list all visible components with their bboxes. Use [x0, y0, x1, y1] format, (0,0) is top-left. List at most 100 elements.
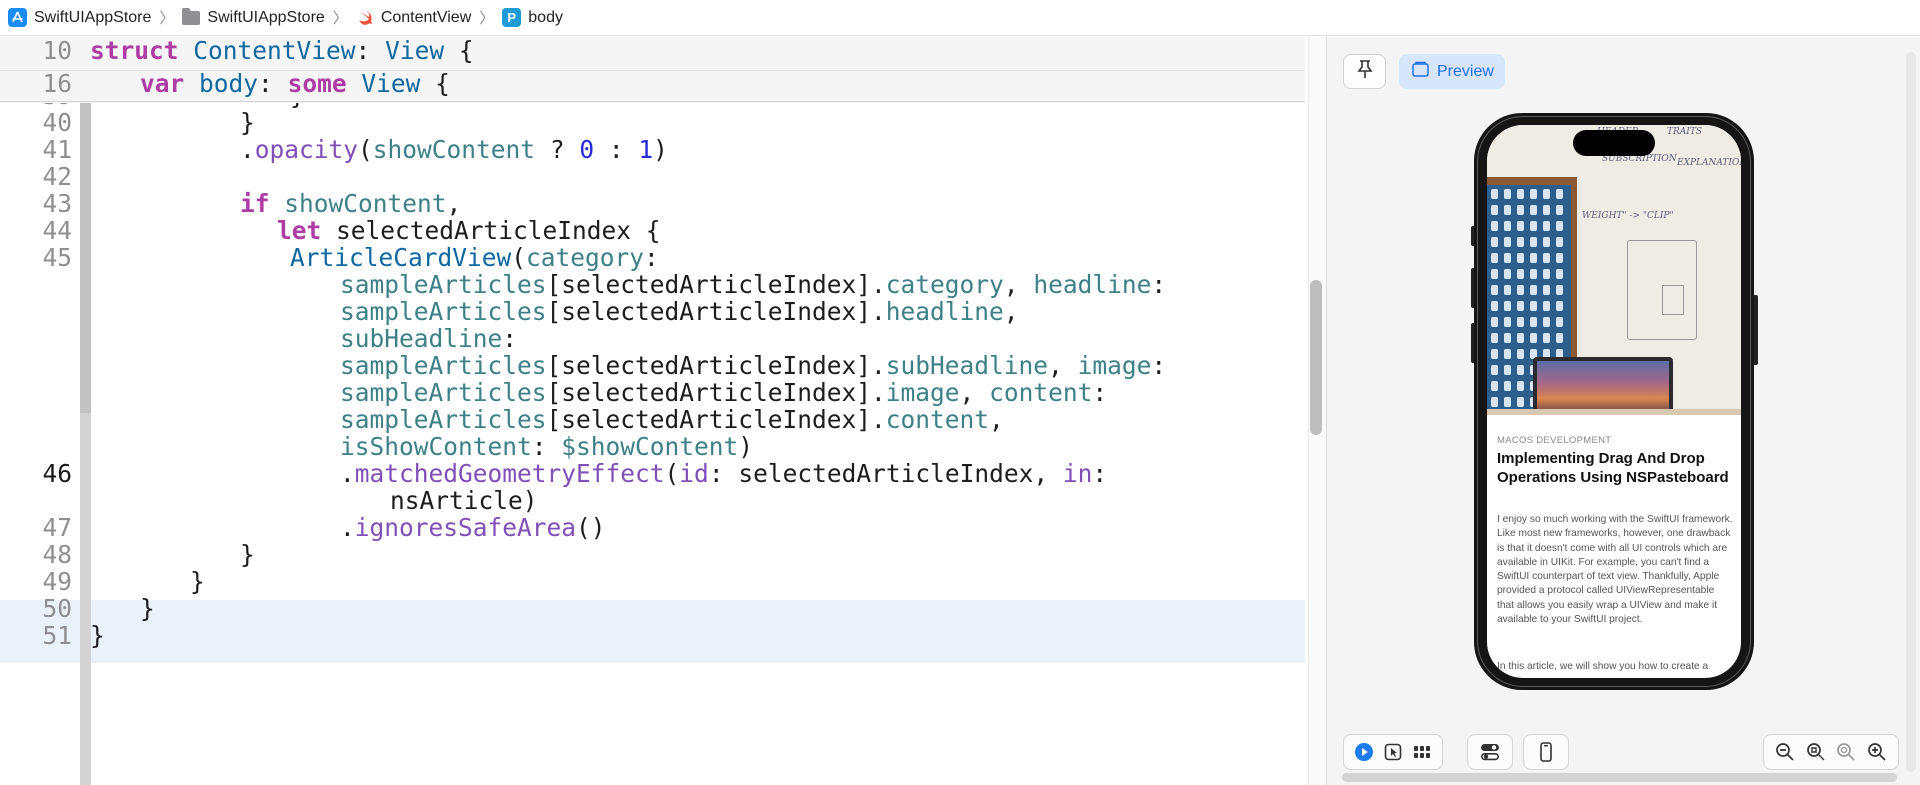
poster-icon [1504, 269, 1511, 279]
editor-scrollbar-thumb[interactable] [1310, 280, 1322, 435]
whiteboard-note: TRAITS [1667, 127, 1703, 137]
poster-icon [1504, 333, 1511, 343]
poster-icon [1504, 349, 1511, 359]
poster-icon [1556, 301, 1563, 311]
poster-icon [1530, 205, 1537, 215]
folder-icon [182, 7, 201, 25]
article-body-continued: In this article, we will show you how to… [1497, 661, 1709, 672]
poster-icon [1543, 237, 1550, 247]
breadcrumb-project-label: SwiftUIAppStore [34, 8, 152, 26]
line-number: 16 [42, 69, 72, 98]
poster-icon [1543, 221, 1550, 231]
poster-icon [1530, 253, 1537, 263]
poster-icon [1491, 237, 1498, 247]
zoom-actual-icon[interactable] [1835, 741, 1857, 763]
poster-icon [1491, 365, 1498, 375]
breadcrumb-file-label: ContentView [380, 8, 472, 26]
zoom-fit-icon[interactable] [1805, 741, 1827, 763]
poster-icon [1504, 365, 1511, 375]
poster-icon [1517, 301, 1524, 311]
poster-icon [1530, 221, 1537, 231]
poster-icon [1504, 381, 1511, 391]
poster-icon [1491, 253, 1498, 263]
device-picker-button[interactable] [1523, 734, 1569, 770]
selectable-icon[interactable] [1382, 741, 1404, 763]
whiteboard-sketch [1662, 285, 1684, 315]
poster-icon [1556, 237, 1563, 247]
device-settings-button[interactable] [1467, 734, 1513, 770]
code-token: struct [90, 37, 179, 65]
breadcrumb-symbol[interactable]: P body [502, 8, 563, 27]
breadcrumb-group[interactable]: SwiftUIAppStore [182, 7, 325, 27]
preview-icon [1412, 61, 1429, 82]
chevron-right-icon: 〉 [332, 10, 348, 27]
poster-icon [1517, 237, 1524, 247]
code-text: struct ContentView: View { [90, 37, 474, 67]
zoom-out-icon[interactable] [1774, 741, 1796, 763]
poster-icon [1504, 285, 1511, 295]
dynamic-island [1573, 130, 1655, 156]
poster-icon [1504, 253, 1511, 263]
poster-icon [1556, 189, 1563, 199]
poster-icon [1504, 237, 1511, 247]
code-token: { [420, 69, 450, 98]
code-line[interactable]: 10 struct ContentView: View { [0, 37, 1305, 67]
poster-icon [1517, 397, 1524, 407]
poster-icon [1517, 189, 1524, 199]
live-play-icon[interactable] [1353, 741, 1375, 763]
poster-icon [1530, 189, 1537, 199]
code-editor[interactable]: 39}40}41.opacity(showContent ? 0 : 1)424… [0, 37, 1305, 785]
poster-icon [1517, 269, 1524, 279]
poster-icon [1491, 381, 1498, 391]
poster-icon [1517, 365, 1524, 375]
app-icon [8, 8, 27, 27]
code-token: : [355, 37, 386, 65]
poster-icon [1543, 253, 1550, 263]
code-line[interactable]: 51} [0, 619, 1305, 652]
breadcrumb-project[interactable]: SwiftUIAppStore [8, 8, 151, 27]
variants-icon[interactable] [1411, 741, 1433, 763]
article-category: MACOS DEVELOPMENT [1497, 435, 1612, 446]
code-text: var body: some View { [140, 67, 450, 100]
zoom-in-icon[interactable] [1866, 741, 1888, 763]
code-token: ContentView [193, 37, 356, 65]
device-screen[interactable]: HEADER TRAITS SUBSCRIPTION EXPLANATIONS … [1487, 125, 1741, 678]
preview-mode-label: Preview [1437, 62, 1494, 80]
breadcrumb-symbol-label: body [528, 8, 563, 26]
poster-icon [1556, 205, 1563, 215]
poster-icon [1517, 349, 1524, 359]
device-icon [1535, 741, 1557, 763]
canvas-scrollbar[interactable] [1906, 52, 1916, 772]
code-token: some [287, 69, 347, 98]
canvas-horizontal-scrollbar[interactable] [1342, 773, 1897, 782]
property-icon: P [502, 8, 522, 27]
poster-icon [1491, 301, 1498, 311]
pin-icon [1356, 59, 1374, 84]
article-headline: Implementing Drag And Drop Operations Us… [1497, 450, 1729, 486]
poster-icon [1491, 221, 1498, 231]
poster-icon [1491, 269, 1498, 279]
poster-icon [1491, 205, 1498, 215]
poster-icon [1543, 205, 1550, 215]
code-line[interactable]: 16 var body: some View { [0, 67, 1305, 100]
preview-mode-button[interactable]: Preview [1399, 54, 1505, 89]
poster-icon [1543, 189, 1550, 199]
chevron-right-icon: 〉 [479, 10, 495, 27]
zoom-controls [1763, 734, 1899, 770]
pin-preview-button[interactable] [1343, 54, 1386, 89]
code-token: View [361, 69, 421, 98]
poster-icon [1517, 285, 1524, 295]
poster-icon [1517, 333, 1524, 343]
preview-mode-group [1343, 734, 1443, 770]
device-settings-icon [1479, 741, 1501, 763]
poster-icon [1543, 333, 1550, 343]
breadcrumb-file[interactable]: ContentView [356, 9, 471, 27]
poster-icon [1504, 301, 1511, 311]
line-number: 51 [42, 621, 72, 650]
poster-icon [1491, 317, 1498, 327]
article-body: I enjoy so much working with the SwiftUI… [1497, 514, 1733, 626]
poster-icon [1517, 221, 1524, 231]
